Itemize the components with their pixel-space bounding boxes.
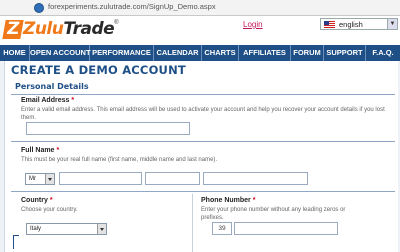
nav-faq[interactable]: F.A.Q.	[366, 45, 400, 61]
favicon-icon	[34, 3, 44, 13]
logo-text-zulu: Zulu	[23, 19, 64, 39]
language-value: english	[339, 20, 363, 29]
chevron-down-icon[interactable]: ▼	[387, 19, 397, 29]
nav-performance[interactable]: PERFORMANCE	[90, 45, 154, 61]
main-nav: HOME OPEN ACCOUNT PERFORMANCE CALENDAR C…	[0, 45, 400, 61]
country-label: Country *	[21, 197, 53, 204]
fullname-label: Full Name *	[21, 147, 60, 154]
nav-open-account[interactable]: OPEN ACCOUNT	[30, 45, 91, 61]
nav-home[interactable]: HOME	[0, 45, 30, 61]
country-hint: Choose your country.	[21, 207, 78, 213]
phone-input[interactable]	[234, 222, 338, 235]
nav-support[interactable]: SUPPORT	[324, 45, 366, 61]
login-link[interactable]: Login	[243, 20, 263, 29]
country-select[interactable]: Italy	[26, 223, 107, 235]
nav-forum[interactable]: FORUM	[291, 45, 324, 61]
address-bar[interactable]: forexperiments.zulutrade.com/SignUp_Demo…	[0, 0, 400, 16]
chevron-down-icon[interactable]	[45, 174, 54, 184]
chevron-down-icon[interactable]	[97, 224, 106, 234]
email-hint: Enter a valid email address. This email …	[21, 107, 385, 121]
phone-label: Phone Number *	[201, 197, 256, 204]
country-value: Italy	[30, 226, 42, 232]
name-title-value: Mr	[29, 176, 36, 182]
nav-affiliates[interactable]: AFFILIATES	[239, 45, 291, 61]
name-title-select[interactable]: Mr	[25, 173, 55, 185]
divider	[11, 141, 395, 142]
phone-prefix: 39	[212, 222, 232, 235]
required-marker: *	[56, 147, 60, 154]
nav-calendar[interactable]: CALENDAR	[154, 45, 202, 61]
url-text[interactable]: forexperiments.zulutrade.com/SignUp_Demo…	[48, 2, 216, 11]
phone-hint: Enter your phone number without any lead…	[201, 207, 346, 221]
logo-z-icon: Z	[2, 19, 24, 39]
zulutrade-logo[interactable]: Z ZuluTrade®	[2, 19, 119, 42]
signup-panel: CREATE A DEMO ACCOUNT Personal Details E…	[4, 61, 398, 252]
page-title: CREATE A DEMO ACCOUNT	[11, 63, 186, 77]
first-name-input[interactable]	[59, 172, 142, 185]
section-bracket	[13, 235, 19, 249]
middle-name-input[interactable]	[145, 172, 200, 185]
required-marker: *	[252, 197, 256, 204]
nav-charts[interactable]: CHARTS	[202, 45, 239, 61]
divider	[11, 191, 395, 192]
logo-text-trade: Trade	[63, 19, 115, 39]
section-heading: Personal Details	[15, 82, 89, 91]
logo-trademark: ®	[114, 20, 119, 26]
fullname-hint: This must be your real full name (first …	[21, 157, 218, 163]
us-flag-icon	[324, 21, 335, 28]
last-name-input[interactable]	[203, 172, 308, 185]
email-input[interactable]	[26, 122, 190, 135]
required-marker: *	[71, 97, 75, 104]
email-label: Email Address *	[21, 97, 75, 104]
required-marker: *	[49, 197, 53, 204]
language-select[interactable]: english ▼	[320, 18, 398, 30]
section-personal-details: Personal Details	[11, 81, 395, 95]
column-divider	[192, 194, 193, 252]
site-header: Z ZuluTrade® Login english ▼	[0, 16, 400, 45]
